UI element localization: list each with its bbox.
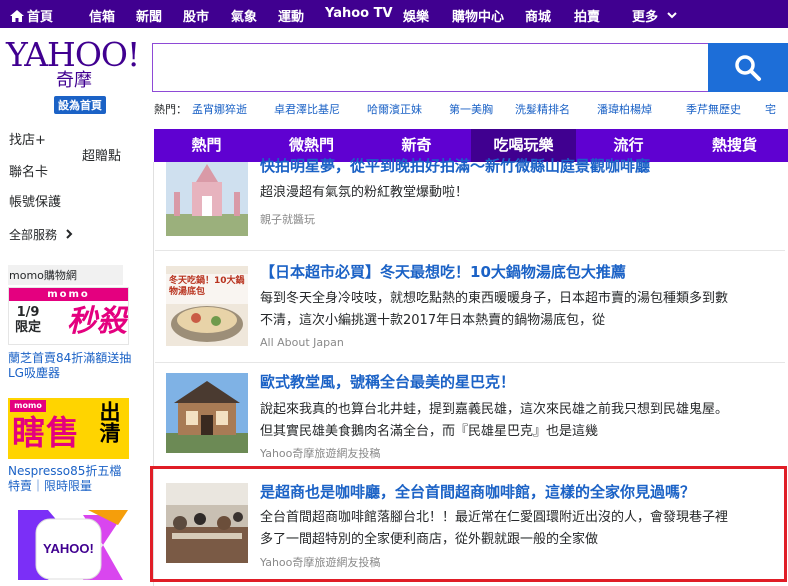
nav-yahoo-tv[interactable]: Yahoo TV bbox=[325, 6, 393, 21]
search-button[interactable] bbox=[708, 43, 788, 92]
trending-label: 熱門： bbox=[154, 103, 187, 116]
ad-side-text: 出清 bbox=[97, 401, 121, 443]
card-source: All About Japan bbox=[260, 336, 344, 349]
nav-auction[interactable]: 拍賣 bbox=[574, 6, 600, 25]
nav-more-label: 更多 bbox=[632, 10, 659, 25]
ad-date: 1/9 限定 bbox=[15, 305, 41, 335]
nav-mail[interactable]: 信箱 bbox=[89, 6, 115, 25]
card-source: Yahoo奇摩旅遊網友投稿 bbox=[260, 447, 381, 460]
set-home-button[interactable]: 設為首頁 bbox=[54, 96, 106, 114]
divider bbox=[155, 250, 785, 251]
divider bbox=[155, 362, 785, 363]
momo-brand-label: momo bbox=[10, 400, 46, 412]
card-title[interactable]: 歐式教堂風，號稱全台最美的星巴克！ bbox=[260, 371, 515, 392]
momo-ad-clearance[interactable]: momo 瞎售 出清 bbox=[8, 398, 129, 459]
yahoo-app-ad[interactable]: YAHOO! bbox=[8, 505, 133, 586]
sidebar-item-account-protect[interactable]: 帳號保護 bbox=[9, 191, 61, 210]
card-thumbnail: 冬天吃鍋！10大鍋物湯底包 bbox=[166, 266, 248, 346]
nav-shopping[interactable]: 購物中心 bbox=[452, 6, 504, 25]
top-nav-bar: 首頁 信箱 新聞 股市 氣象 運動 Yahoo TV 娛樂 購物中心 商城 拍賣… bbox=[0, 0, 788, 28]
nav-home-label: 首頁 bbox=[27, 10, 54, 25]
nav-entertainment[interactable]: 娛樂 bbox=[403, 6, 429, 25]
yahoo-logo[interactable]: YAHOO! 奇摩 設為首頁 bbox=[6, 35, 140, 114]
nav-sports[interactable]: 運動 bbox=[278, 6, 304, 25]
all-services-label: 全部服務 bbox=[9, 228, 58, 242]
card-summary: 超浪漫超有氣氛的粉紅教堂爆動啦！ bbox=[260, 185, 469, 200]
tab-hot-search[interactable]: 熱搜貨 bbox=[682, 129, 787, 162]
search-input[interactable] bbox=[152, 43, 708, 92]
trending-item[interactable]: 洗髮精排名 bbox=[515, 101, 570, 117]
card-source: 親子就醬玩 bbox=[260, 213, 315, 226]
card-summary: 說起來我真的也算台北井蛙，提到嘉義民雄，這次來民雄之前我只想到民雄鬼屋。但其實民… bbox=[260, 402, 729, 439]
trending-item[interactable]: 孟宵娜猝逝 bbox=[192, 101, 247, 117]
tab-hot[interactable]: 熱門 bbox=[154, 129, 259, 162]
trending-item[interactable]: 哈爾濱正妹 bbox=[367, 101, 422, 117]
ad-date-line1: 1/9 bbox=[16, 305, 40, 320]
thumb-caption: 冬天吃鍋！10大鍋物湯底包 bbox=[169, 276, 245, 297]
home-icon bbox=[10, 10, 24, 22]
momo-ad-flash-sale[interactable]: momo 1/9 限定 秒殺 bbox=[8, 287, 129, 345]
momo-section-title: momo購物網 bbox=[8, 265, 123, 285]
ad-flash-text: 秒殺 bbox=[67, 304, 127, 339]
nav-weather[interactable]: 氣象 bbox=[231, 6, 257, 25]
chevron-right-icon bbox=[66, 229, 73, 239]
momo-brand-label: momo bbox=[9, 288, 128, 301]
card-thumbnail bbox=[166, 162, 248, 236]
sidebar-item-super-points[interactable]: 超贈點 bbox=[82, 145, 121, 164]
nav-more[interactable]: 更多 bbox=[632, 6, 677, 25]
app-label: YAHOO! bbox=[43, 541, 94, 556]
ad2-caption[interactable]: Nespresso85折五檔特賣｜限時限量 bbox=[8, 464, 133, 494]
trending-item[interactable]: 季芹無歷史 bbox=[686, 101, 741, 117]
nav-home[interactable]: 首頁 bbox=[10, 6, 53, 25]
sidebar-item-all-services[interactable]: 全部服務 bbox=[9, 226, 73, 243]
sidebar-item-store-plus[interactable]: 找店+ bbox=[9, 129, 46, 148]
nav-news[interactable]: 新聞 bbox=[136, 6, 162, 25]
chevron-down-icon bbox=[666, 12, 677, 19]
card-summary: 每到冬天全身冷吱吱，就想吃點熱的東西暖暖身子，日本超市賣的湯包種類多到數不清，這… bbox=[260, 291, 729, 328]
card-title[interactable]: 【日本超市必買】冬天最想吃！10大鍋物湯底包大推薦 bbox=[260, 261, 626, 282]
search-icon bbox=[735, 54, 761, 81]
trending-item[interactable]: 第一美胸 bbox=[449, 101, 493, 117]
sidebar-item-cobrand-card[interactable]: 聯名卡 bbox=[9, 161, 48, 180]
ad-date-line2: 限定 bbox=[15, 320, 42, 335]
trending-item[interactable]: 宅 bbox=[765, 101, 776, 117]
logo-text: YAHOO! bbox=[6, 35, 140, 74]
trending-item[interactable]: 卓君澤比基尼 bbox=[274, 101, 340, 117]
nav-stock[interactable]: 股市 bbox=[183, 6, 209, 25]
selection-highlight-box bbox=[150, 466, 787, 582]
card-title[interactable]: 快拍明星夢，從平到晚拍好拍滿～新竹微縣山庭景觀咖啡廳 bbox=[260, 155, 650, 176]
ad1-caption[interactable]: 蘭芝首賣84折滿額送抽LG吸塵器 bbox=[8, 351, 133, 381]
ad-big-text: 瞎售 bbox=[12, 413, 80, 452]
trending-item[interactable]: 潘瑋柏楊焯 bbox=[597, 101, 652, 117]
card-thumbnail bbox=[166, 373, 248, 453]
nav-mall[interactable]: 商城 bbox=[525, 6, 551, 25]
trending-bar: 熱門： 孟宵娜猝逝 卓君澤比基尼 哈爾濱正妹 第一美胸 洗髮精排名 潘瑋柏楊焯 … bbox=[154, 101, 776, 117]
